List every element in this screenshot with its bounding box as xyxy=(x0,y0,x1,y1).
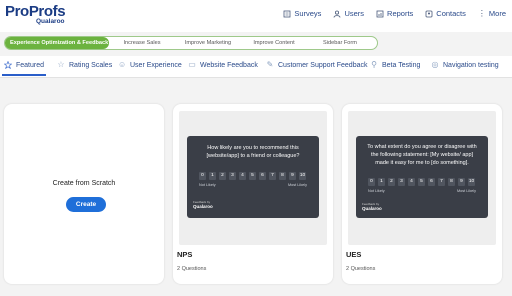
tab-website-feedback[interactable]: ▭ Website Feedback xyxy=(188,61,258,69)
scale-option-1: 1 xyxy=(378,178,385,186)
contacts-icon xyxy=(425,10,433,18)
proprofs-logo[interactable]: ProProfs Qualaroo xyxy=(5,3,66,25)
tab-featured-label: Featured xyxy=(16,61,45,69)
nps-scale: 0 1 2 3 4 5 6 7 8 9 10 xyxy=(199,172,306,180)
nav-surveys[interactable]: Surveys xyxy=(283,9,321,18)
nav-users-label: Users xyxy=(344,9,365,18)
card-name: UES xyxy=(346,250,362,259)
star-icon xyxy=(3,60,13,70)
tab-rating-scales[interactable]: ☆ Rating Scales xyxy=(57,61,112,69)
qualaroo-brand: Feedback by Qualaroo xyxy=(362,202,382,211)
ues-scale: 0 1 2 3 4 5 6 7 8 9 10 xyxy=(368,178,475,186)
logo-text: ProProfs xyxy=(5,3,66,20)
qualaroo-brand: Feedback by Qualaroo xyxy=(193,200,213,209)
template-card-nps[interactable]: How likely are you to recommend this [we… xyxy=(173,104,333,284)
ues-question: To what extent do you agree or disagree … xyxy=(367,144,477,166)
scale-option-9: 9 xyxy=(458,178,465,186)
tab-rating-scales-label: Rating Scales xyxy=(69,61,113,69)
scale-option-2: 2 xyxy=(388,178,395,186)
scale-option-10: 10 xyxy=(468,178,475,186)
nps-survey-widget: How likely are you to recommend this [we… xyxy=(187,136,319,218)
user-experience-icon: ☺ xyxy=(118,60,127,69)
create-from-scratch-card[interactable]: Create from Scratch Create xyxy=(4,104,164,284)
template-card-ues[interactable]: To what extent do you agree or disagree … xyxy=(342,104,502,284)
subcategory-tabs: Featured ☆ Rating Scales ☺ User Experien… xyxy=(0,56,512,78)
scale-option-3: 3 xyxy=(229,172,236,180)
nav-surveys-label: Surveys xyxy=(294,9,322,18)
active-tab-underline xyxy=(2,74,46,76)
tab-featured[interactable]: Featured xyxy=(3,60,45,70)
card-question-count: 2 Questions xyxy=(177,266,207,272)
nav-contacts[interactable]: Contacts xyxy=(425,9,466,18)
logo-subtitle: Qualaroo xyxy=(36,18,65,25)
scale-option-5: 5 xyxy=(418,178,425,186)
category-improve-marketing[interactable]: Improve Marketing xyxy=(175,37,241,49)
tab-beta-testing[interactable]: ⚲ Beta Testing xyxy=(370,61,420,69)
scale-option-7: 7 xyxy=(438,178,445,186)
scale-option-6: 6 xyxy=(428,178,435,186)
ues-preview: To what extent do you agree or disagree … xyxy=(348,111,496,245)
support-icon: ✎ xyxy=(266,60,274,69)
nps-low-label: Not Likely xyxy=(199,183,216,187)
tab-user-experience[interactable]: ☺ User Experience xyxy=(118,61,182,69)
create-title: Create from Scratch xyxy=(52,180,116,187)
ues-survey-widget: To what extent do you agree or disagree … xyxy=(356,136,488,218)
ues-high-label: Most Likely xyxy=(457,189,476,193)
nav-users[interactable]: Users xyxy=(333,9,364,18)
tab-navigation-testing-label: Navigation testing xyxy=(443,61,499,69)
scale-option-4: 4 xyxy=(408,178,415,186)
card-name: NPS xyxy=(177,250,193,259)
tab-website-feedback-label: Website Feedback xyxy=(200,61,258,69)
scale-option-10: 10 xyxy=(299,172,306,180)
scale-option-0: 0 xyxy=(199,172,206,180)
nav-more-label: More xyxy=(488,9,506,18)
nav-reports[interactable]: Reports xyxy=(376,9,413,18)
nav-more[interactable]: ⋮ More xyxy=(478,9,506,18)
users-icon xyxy=(333,10,341,18)
scale-option-3: 3 xyxy=(398,178,405,186)
scale-option-1: 1 xyxy=(209,172,216,180)
category-tabs: Experience Optimization & Feedback Incre… xyxy=(4,36,378,50)
tab-beta-testing-label: Beta Testing xyxy=(382,61,421,69)
card-question-count: 2 Questions xyxy=(346,266,376,272)
tab-customer-support-feedback-label: Customer Support Feedback xyxy=(278,61,368,69)
navigation-icon: ◎ xyxy=(431,60,439,69)
reports-icon xyxy=(376,10,384,18)
scale-option-4: 4 xyxy=(239,172,246,180)
more-icon: ⋮ xyxy=(477,8,486,18)
nps-preview: How likely are you to recommend this [we… xyxy=(179,111,327,245)
main-nav: Surveys Users Reports Contacts ⋮ More xyxy=(283,9,506,18)
scale-option-8: 8 xyxy=(279,172,286,180)
scale-option-6: 6 xyxy=(259,172,266,180)
category-experience-optimization[interactable]: Experience Optimization & Feedback xyxy=(5,37,109,49)
tab-customer-support-feedback[interactable]: ✎ Customer Support Feedback xyxy=(266,61,368,69)
create-button[interactable]: Create xyxy=(66,197,106,212)
scale-option-8: 8 xyxy=(448,178,455,186)
surveys-icon xyxy=(283,10,291,18)
ues-low-label: Not Likely xyxy=(368,189,385,193)
scale-option-2: 2 xyxy=(219,172,226,180)
nps-question: How likely are you to recommend this [we… xyxy=(206,145,300,159)
nps-high-label: Most Likely xyxy=(288,183,307,187)
tab-navigation-testing[interactable]: ◎ Navigation testing xyxy=(431,61,499,69)
nav-contacts-label: Contacts xyxy=(436,9,466,18)
scale-option-9: 9 xyxy=(289,172,296,180)
nav-reports-label: Reports xyxy=(387,9,414,18)
top-bar: ProProfs Qualaroo Surveys Users Reports xyxy=(0,0,512,32)
category-improve-content[interactable]: Improve Content xyxy=(241,37,307,49)
scale-option-7: 7 xyxy=(269,172,276,180)
website-icon: ▭ xyxy=(188,60,196,69)
scale-option-0: 0 xyxy=(368,178,375,186)
beta-icon: ⚲ xyxy=(371,60,377,69)
category-increase-sales[interactable]: Increase Sales xyxy=(109,37,175,49)
rating-icon: ☆ xyxy=(57,60,65,69)
category-sidebar-form[interactable]: Sidebar Form xyxy=(307,37,373,49)
tab-user-experience-label: User Experience xyxy=(130,61,182,69)
scale-option-5: 5 xyxy=(249,172,256,180)
